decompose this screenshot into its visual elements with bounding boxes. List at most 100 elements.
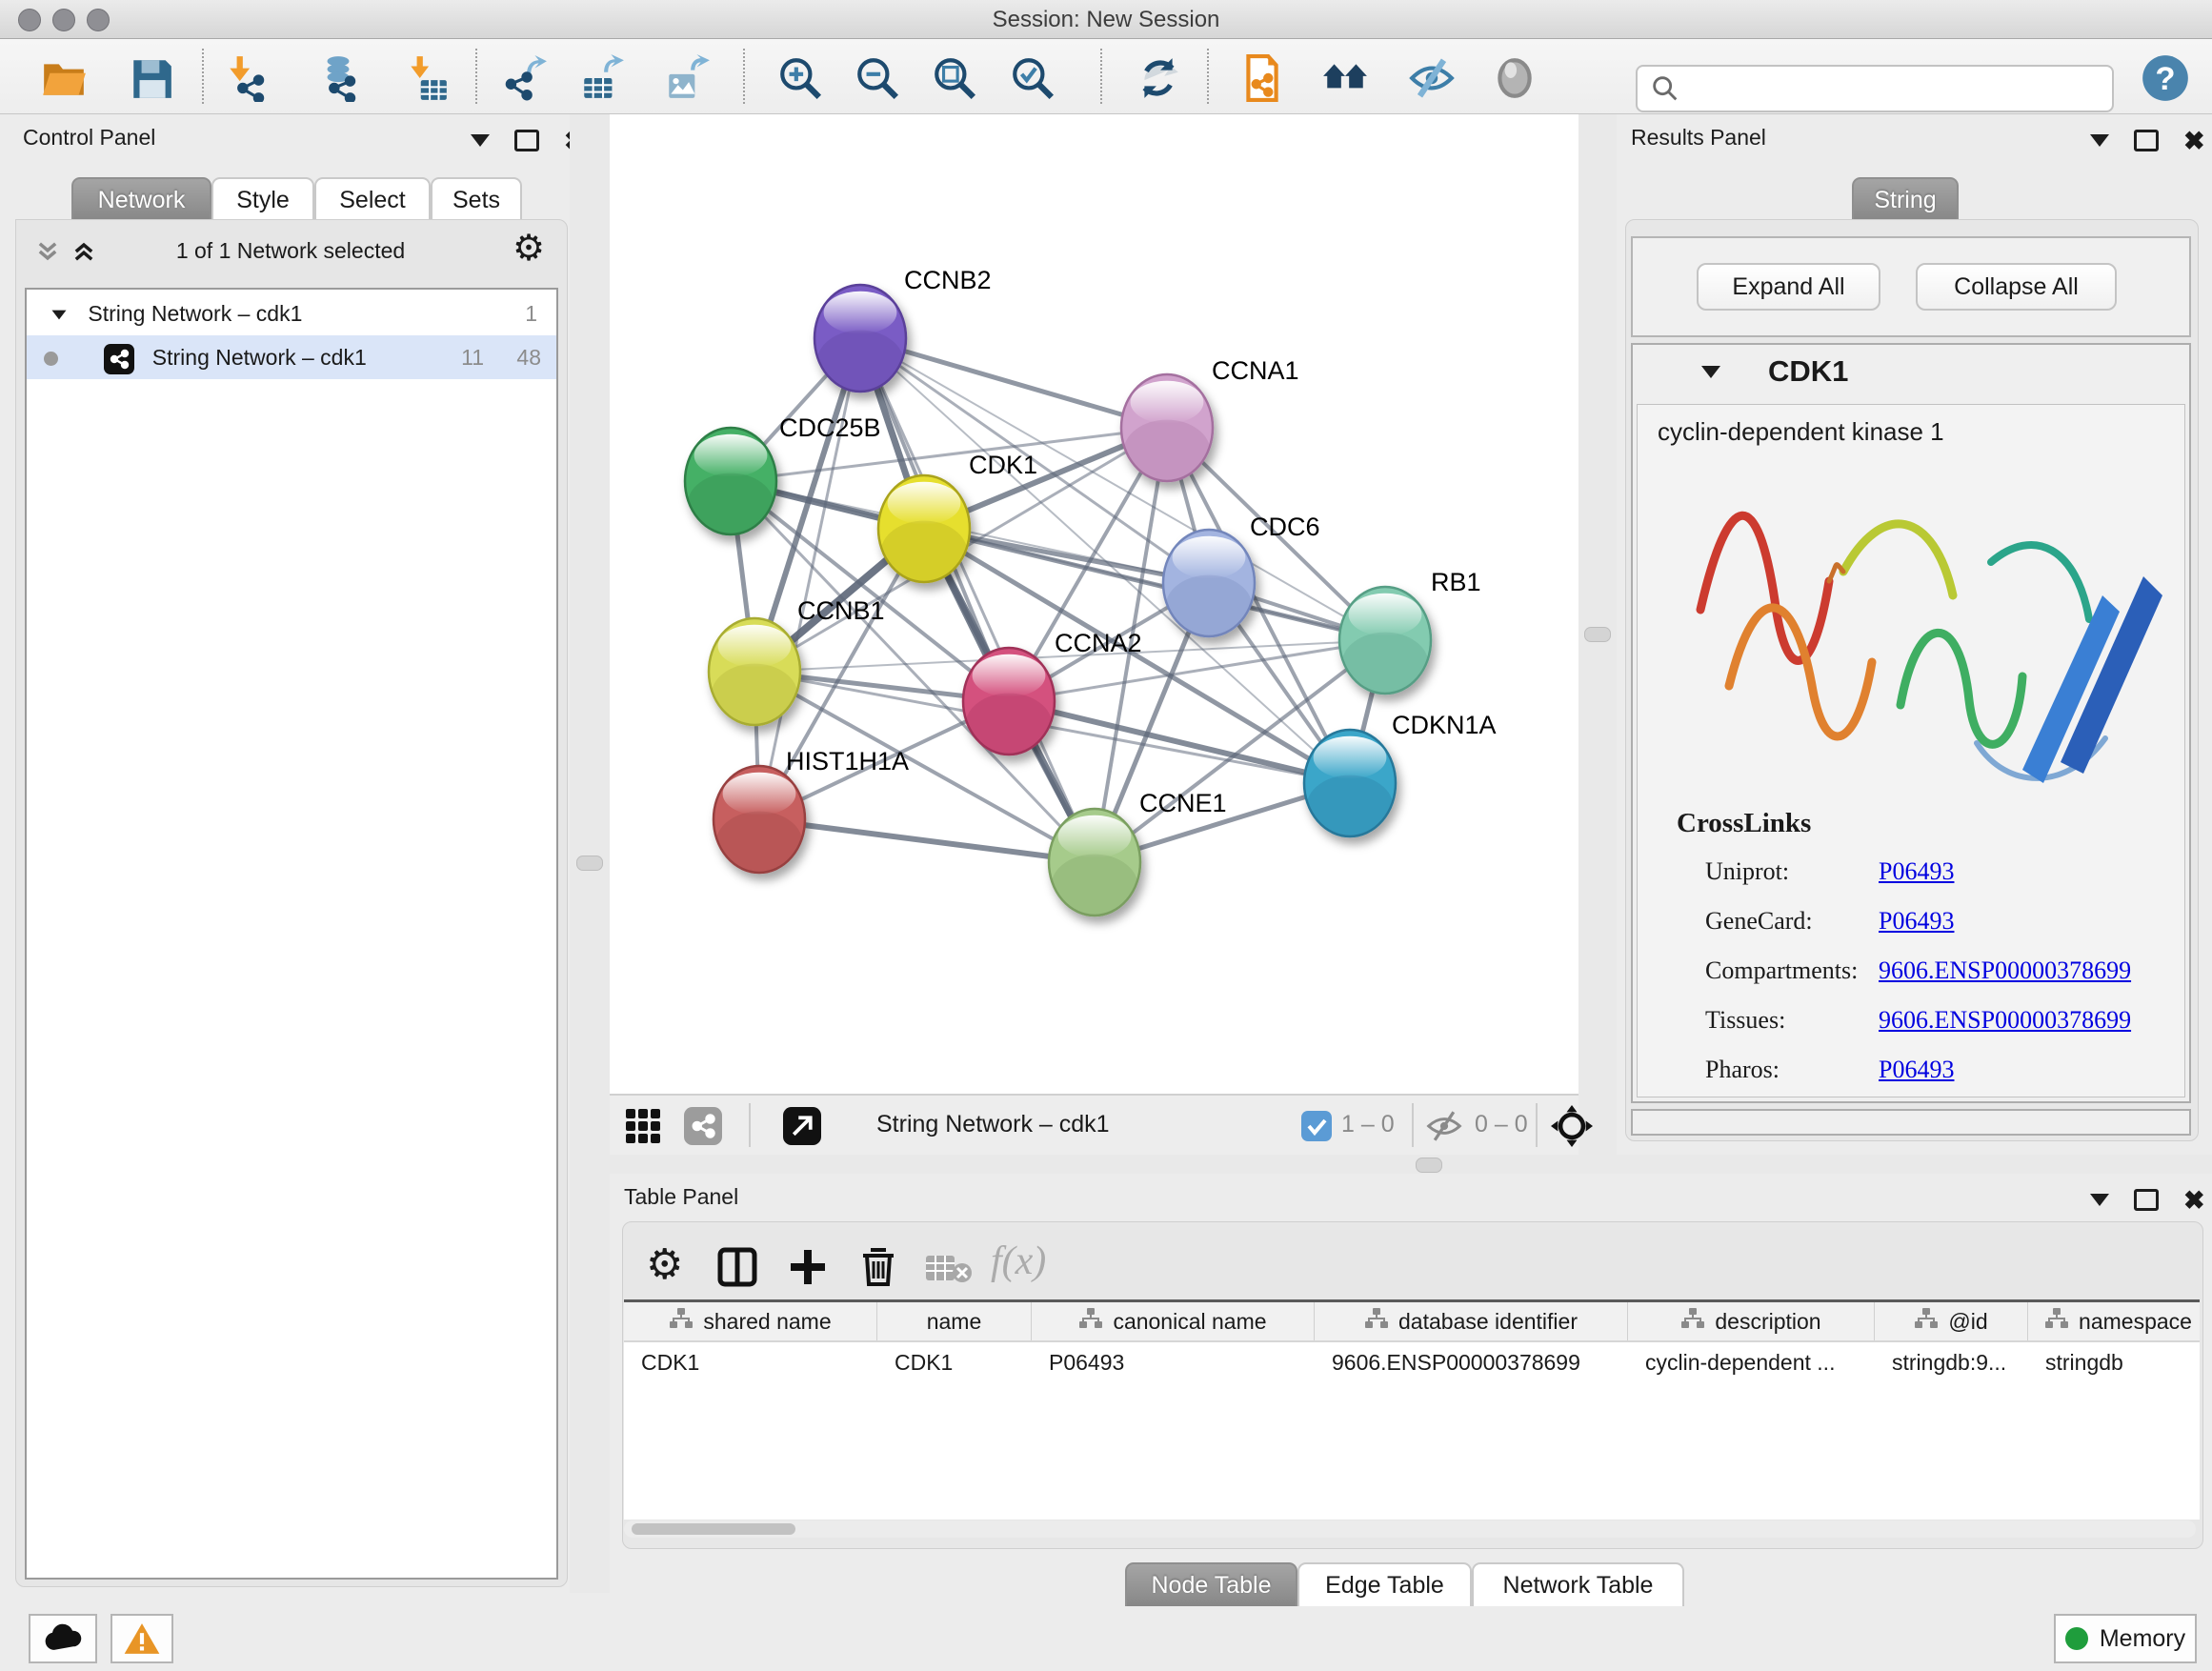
table-cell[interactable]: stringdb:9...: [1875, 1342, 2028, 1382]
apply-preferred-layout-button[interactable]: [1133, 52, 1184, 104]
hide-selected-button[interactable]: [1406, 52, 1458, 104]
right-splitter-grip[interactable]: [1584, 627, 1611, 642]
collapse-all-button[interactable]: Collapse All: [1916, 263, 2117, 311]
collapse-all-networks-icon[interactable]: [34, 238, 61, 270]
warning-status-button[interactable]: [111, 1614, 173, 1663]
column-header-name[interactable]: name: [877, 1302, 1032, 1340]
tab-string[interactable]: String: [1852, 177, 1959, 221]
network-edge[interactable]: [860, 338, 1167, 428]
crosslink-link[interactable]: P06493: [1879, 1056, 1954, 1084]
table-cell[interactable]: stringdb: [2028, 1342, 2200, 1382]
horizontal-splitter[interactable]: [610, 1155, 2212, 1174]
maximize-window-icon[interactable]: [87, 9, 110, 31]
network-node-CCNA1[interactable]: CCNA1: [1121, 356, 1299, 484]
selected-checkbox-icon[interactable]: [1301, 1111, 1332, 1146]
expand-all-networks-icon[interactable]: [70, 238, 97, 270]
network-node-HIST1H1A[interactable]: HIST1H1A: [714, 747, 909, 876]
panel-close-icon[interactable]: ✖: [2183, 1191, 2205, 1210]
minimize-window-icon[interactable]: [52, 9, 75, 31]
scrollbar-thumb[interactable]: [632, 1523, 795, 1535]
table-cell[interactable]: 9606.ENSP00000378699: [1315, 1342, 1628, 1382]
import-table-from-file-button[interactable]: [401, 52, 452, 104]
column-header-database-identifier[interactable]: database identifier: [1315, 1302, 1628, 1340]
show-all-button[interactable]: [1489, 52, 1540, 104]
network-node-RB1[interactable]: RB1: [1339, 568, 1481, 696]
panel-close-icon[interactable]: ✖: [2183, 131, 2205, 151]
tab-node-table[interactable]: Node Table: [1125, 1562, 1297, 1606]
collection-expander-icon[interactable]: [52, 311, 67, 320]
network-collection-row[interactable]: String Network – cdk1 1: [27, 292, 556, 335]
birdseye-grid-icon[interactable]: [624, 1107, 662, 1150]
left-splitter-grip[interactable]: [576, 856, 603, 871]
network-node-CCNB2[interactable]: CCNB2: [814, 266, 992, 394]
table-cell[interactable]: CDK1: [624, 1342, 877, 1382]
table-cell[interactable]: cyclin-dependent ...: [1628, 1342, 1875, 1382]
birdseye-toggle-crosshair-icon[interactable]: [1551, 1105, 1593, 1152]
right-splitter[interactable]: [1579, 114, 1617, 1155]
network-graph[interactable]: CCNB2CCNA1CDC25BCDK1CDC6RB1CCNB1CCNA2CDK…: [610, 114, 1579, 1094]
export-table-button[interactable]: [576, 52, 628, 104]
help-button[interactable]: ?: [2140, 52, 2191, 104]
string-view-badge-icon[interactable]: [684, 1107, 722, 1150]
export-image-button[interactable]: [661, 52, 713, 104]
tab-network[interactable]: Network: [71, 177, 211, 221]
column-header-shared-name[interactable]: shared name: [624, 1302, 877, 1340]
export-network-button[interactable]: [499, 52, 551, 104]
network-node-CCNB1[interactable]: CCNB1: [709, 596, 885, 728]
show-columns-icon[interactable]: [716, 1246, 758, 1293]
tab-edge-table[interactable]: Edge Table: [1297, 1562, 1472, 1606]
tab-network-table[interactable]: Network Table: [1472, 1562, 1684, 1606]
open-in-new-window-icon[interactable]: [783, 1107, 821, 1150]
delete-column-icon[interactable]: [857, 1244, 899, 1293]
table-cell[interactable]: CDK1: [877, 1342, 1032, 1382]
search-field[interactable]: [1636, 65, 2114, 112]
column-header--id[interactable]: @id: [1875, 1302, 2028, 1340]
memory-button[interactable]: Memory: [2054, 1614, 2197, 1663]
tab-select[interactable]: Select: [314, 177, 431, 221]
table-options-gear-icon[interactable]: ⚙: [646, 1240, 683, 1289]
network-edge[interactable]: [759, 819, 1095, 862]
new-network-from-selection-button[interactable]: [1237, 52, 1288, 104]
save-session-button[interactable]: [126, 52, 177, 104]
search-input[interactable]: [1681, 70, 2112, 107]
network-node-CDKN1A[interactable]: CDKN1A: [1304, 711, 1497, 839]
expand-all-button[interactable]: Expand All: [1697, 263, 1880, 311]
tab-sets[interactable]: Sets: [431, 177, 522, 221]
table-horizontal-scrollbar[interactable]: [624, 1520, 2196, 1538]
network-node-CCNE1[interactable]: CCNE1: [1049, 789, 1227, 918]
column-header-canonical-name[interactable]: canonical name: [1032, 1302, 1315, 1340]
zoom-selected-button[interactable]: [1007, 52, 1058, 104]
network-row[interactable]: String Network – cdk1 11 48: [27, 335, 556, 379]
panel-menu-icon[interactable]: [2090, 134, 2109, 147]
import-network-from-database-button[interactable]: [312, 52, 364, 104]
table-row[interactable]: CDK1CDK1P064939606.ENSP00000378699cyclin…: [624, 1342, 2200, 1382]
node-table[interactable]: shared namenamecanonical namedatabase id…: [624, 1299, 2200, 1520]
panel-menu-icon[interactable]: [2090, 1194, 2109, 1206]
panel-float-icon[interactable]: [2134, 1189, 2159, 1211]
gene-expander-icon[interactable]: [1701, 366, 1720, 378]
cloud-status-button[interactable]: [29, 1614, 97, 1663]
column-header-description[interactable]: description: [1628, 1302, 1875, 1340]
network-canvas[interactable]: CCNB2CCNA1CDC25BCDK1CDC6RB1CCNB1CCNA2CDK…: [610, 114, 1579, 1094]
horizontal-splitter-grip[interactable]: [1416, 1158, 1442, 1173]
column-header-namespace[interactable]: namespace: [2028, 1302, 2200, 1340]
zoom-fit-button[interactable]: [929, 52, 980, 104]
zoom-out-button[interactable]: [852, 52, 903, 104]
panel-float-icon[interactable]: [2134, 130, 2159, 151]
crosslink-link[interactable]: P06493: [1879, 857, 1954, 886]
network-edge[interactable]: [860, 338, 1095, 862]
table-cell[interactable]: P06493: [1032, 1342, 1315, 1382]
crosslink-link[interactable]: 9606.ENSP00000378699: [1879, 1006, 2131, 1035]
zoom-in-button[interactable]: [774, 52, 826, 104]
open-session-button[interactable]: [38, 52, 90, 104]
crosslink-link[interactable]: P06493: [1879, 907, 1954, 936]
panel-menu-icon[interactable]: [471, 134, 490, 147]
left-splitter[interactable]: [570, 114, 610, 1593]
import-network-from-file-button[interactable]: [221, 52, 272, 104]
panel-float-icon[interactable]: [514, 130, 539, 151]
crosslink-link[interactable]: 9606.ENSP00000378699: [1879, 956, 2131, 985]
network-options-gear-icon[interactable]: ⚙: [513, 231, 545, 267]
close-window-icon[interactable]: [18, 9, 41, 31]
toggle-graphics-details-button[interactable]: [1319, 52, 1371, 104]
add-column-icon[interactable]: [787, 1246, 829, 1293]
